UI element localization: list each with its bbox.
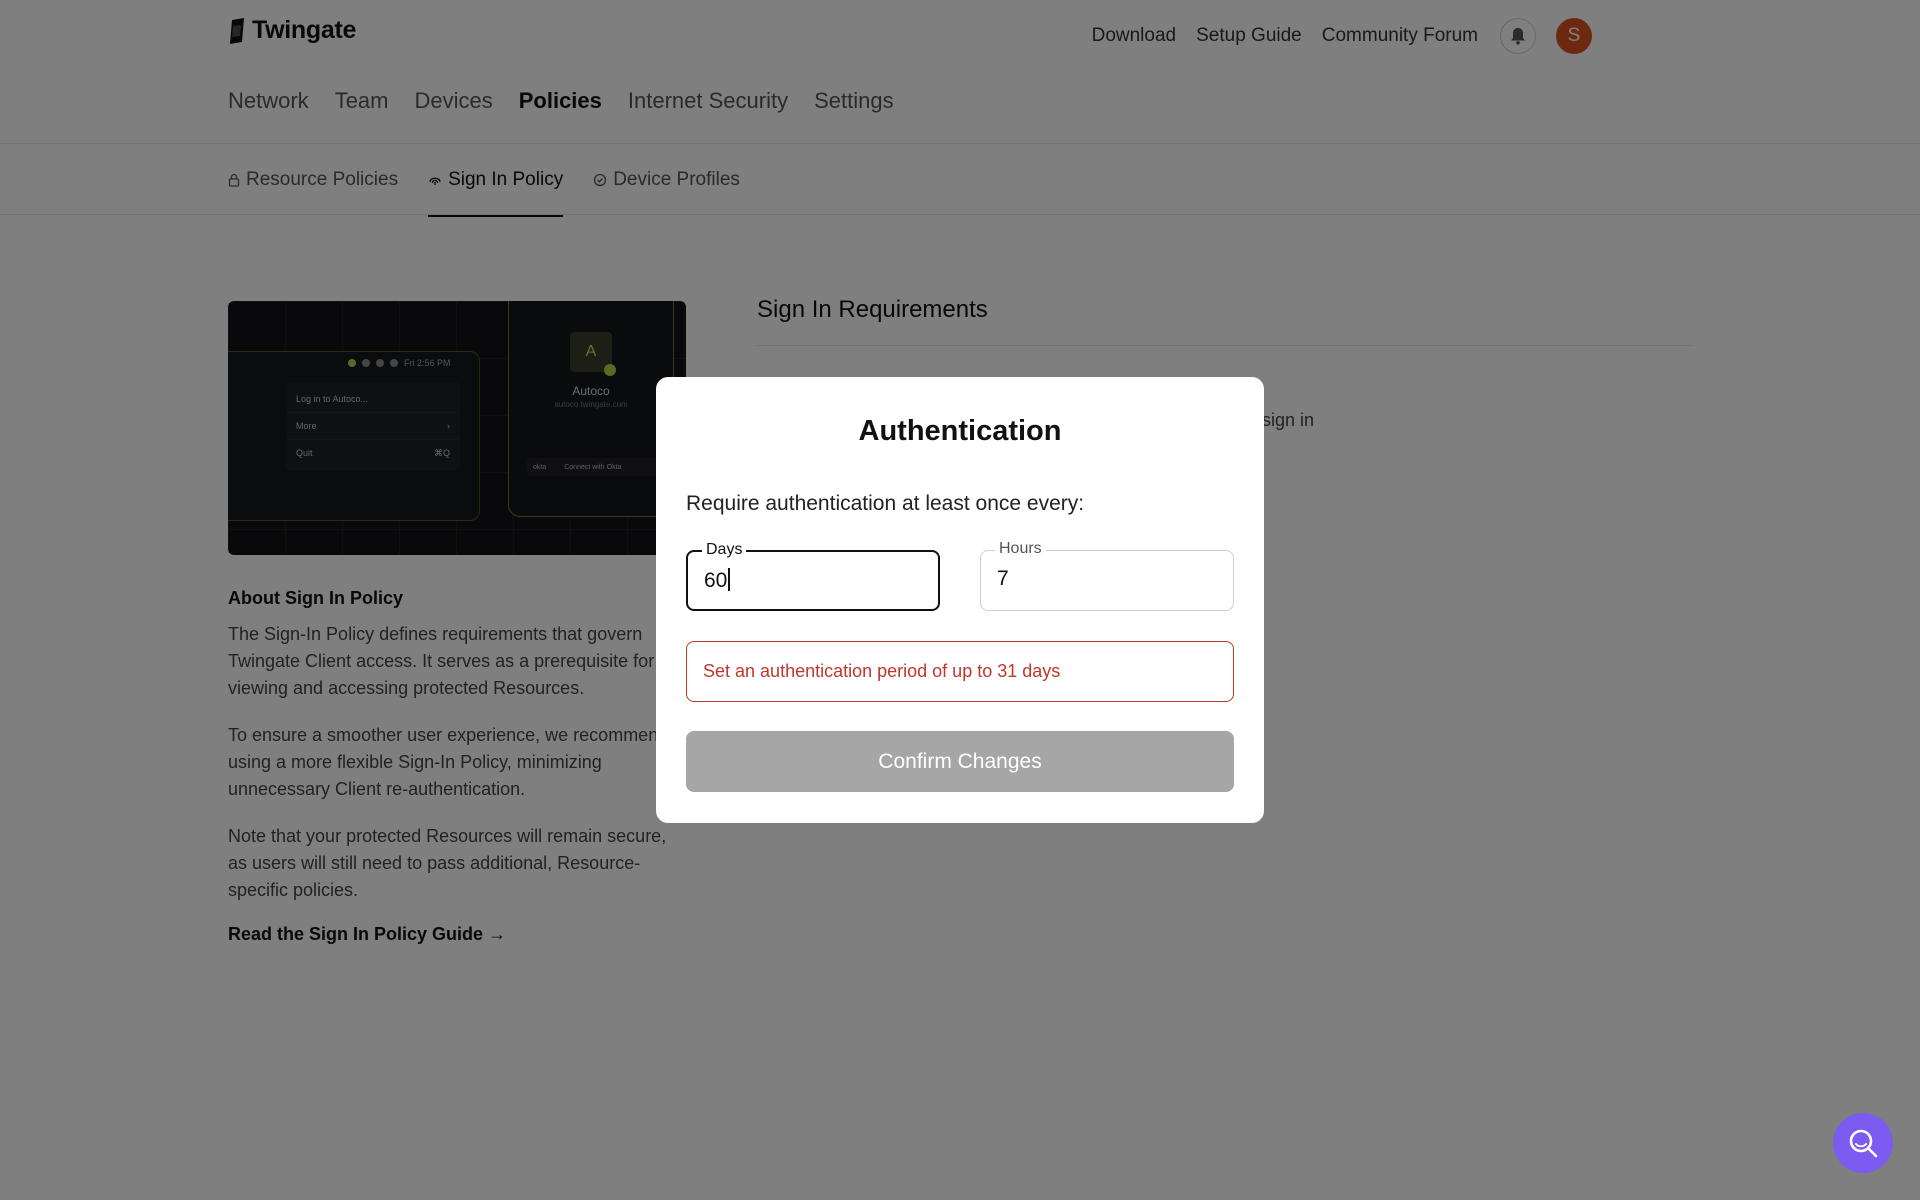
authentication-modal: Authentication Require authentication at… <box>656 377 1264 823</box>
days-field[interactable]: Days 60 <box>686 541 940 611</box>
days-input[interactable]: 60 <box>704 568 904 593</box>
error-message: Set an authentication period of up to 31… <box>686 641 1234 702</box>
modal-title: Authentication <box>858 415 1062 447</box>
days-label: Days <box>702 541 747 559</box>
modal-subtitle: Require authentication at least once eve… <box>686 492 1085 515</box>
text-caret <box>728 568 731 591</box>
hours-input[interactable]: 7 <box>997 567 1197 591</box>
help-search-button[interactable] <box>1833 1113 1893 1173</box>
search-icon <box>1849 1129 1878 1158</box>
confirm-changes-button[interactable]: Confirm Changes <box>686 731 1234 792</box>
hours-label: Hours <box>995 540 1046 558</box>
hours-field[interactable]: Hours 7 <box>980 540 1234 611</box>
